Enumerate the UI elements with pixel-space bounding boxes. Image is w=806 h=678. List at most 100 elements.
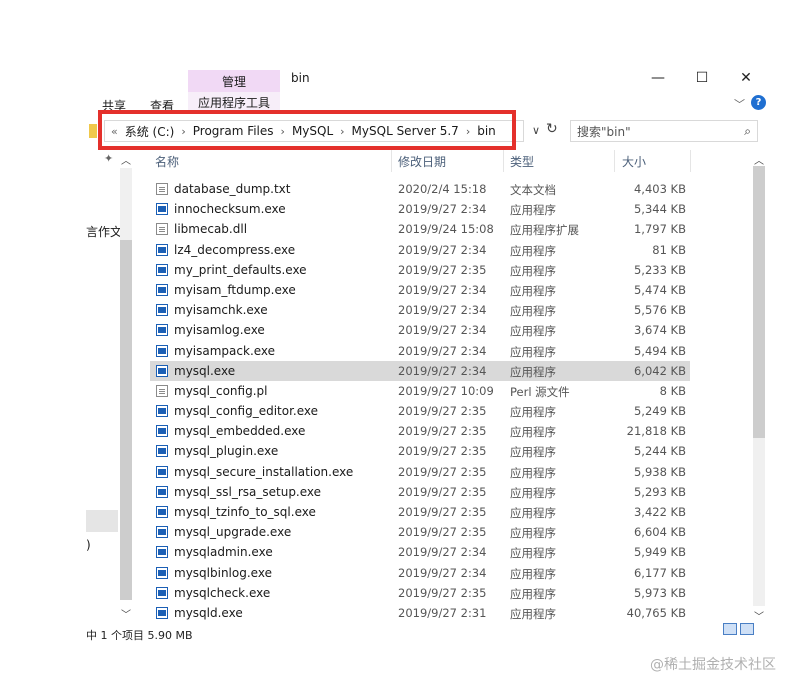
nav-scroll-down-icon[interactable]: ﹀ [121,606,131,621]
minimize-button[interactable]: — [643,66,673,90]
file-type: 应用程序 [510,506,556,520]
close-button[interactable]: ✕ [731,66,761,90]
file-size: 3,422 KB [633,505,686,519]
scroll-down-icon[interactable]: ﹀ [754,608,764,623]
application-file-icon [156,546,168,559]
maximize-button[interactable]: ☐ [687,66,717,90]
file-row[interactable]: mysqladmin.exe 2019/9/27 2:34 应用程序 5,949 KB [150,542,690,562]
application-file-icon [156,304,168,317]
document-file-icon [156,183,168,195]
column-header-date[interactable]: 修改日期 [398,153,446,170]
nav-item-fragment[interactable]: ) [86,538,91,552]
details-view-icon[interactable] [723,623,737,635]
breadcrumb-separator-icon[interactable]: › [340,125,344,138]
column-header-size[interactable]: 大小 [622,153,646,170]
tab-manage[interactable]: 管理 [188,70,280,92]
file-size: 40,765 KB [626,605,686,620]
column-divider[interactable] [690,150,691,172]
file-list-scrollbar-thumb[interactable] [753,166,765,438]
view-mode-switcher[interactable] [723,623,759,637]
file-row[interactable]: mysql.exe 2019/9/27 2:34 应用程序 6,042 KB [150,360,690,381]
column-divider[interactable] [614,150,615,172]
file-modified-date: 2019/9/27 2:35 [398,505,487,519]
file-name: mysql_ssl_rsa_setup.exe [174,484,322,499]
address-bar[interactable]: « 系统 (C:) › Program Files › MySQL › MySQ… [104,120,524,142]
search-placeholder: 搜索"bin" [577,124,631,139]
file-row[interactable]: mysql_embedded.exe 2019/9/27 2:35 应用程序 21,8… [150,421,690,441]
application-file-icon [156,606,168,619]
column-header-type[interactable]: 类型 [510,153,534,170]
tab-application-tools[interactable]: 应用程序工具 [188,92,280,114]
file-row[interactable]: mysql_plugin.exe 2019/9/27 2:35 应用程序 5,244 … [150,441,690,461]
file-row[interactable]: myisamchk.exe 2019/9/27 2:34 应用程序 5,576 KB [150,300,690,320]
file-size: 6,604 KB [633,525,686,540]
file-type: Perl 源文件 [510,384,570,399]
ribbon-expand-icon[interactable]: ﹀ [734,96,745,112]
file-size: 8 KB [659,383,686,398]
file-modified-date: 2019/9/27 2:34 [398,565,487,580]
application-file-icon [156,425,168,438]
file-size: 5,973 KB [633,585,686,600]
file-row[interactable]: mysql_ssl_rsa_setup.exe 2019/9/27 2:35 应用程… [150,482,690,502]
file-row[interactable]: mysqlbinlog.exe 2019/9/27 2:34 应用程序 6,177 K… [150,563,690,583]
file-row[interactable]: lz4_decompress.exe 2019/9/27 2:34 应用程序 81 K… [150,240,690,260]
column-divider[interactable] [503,150,504,172]
file-name: mysql_secure_installation.exe [174,464,354,479]
file-type: 应用程序 [510,606,556,621]
file-row[interactable]: innochecksum.exe 2019/9/27 2:34 应用程序 5,344 … [150,199,690,219]
breadcrumb-mysql-server[interactable]: MySQL Server 5.7 [352,124,459,138]
tab-share[interactable]: 共享 [102,97,126,114]
help-icon[interactable]: ? [751,95,766,110]
breadcrumb-bin[interactable]: bin [477,124,496,138]
scroll-up-icon[interactable]: ︿ [754,152,764,167]
breadcrumb-separator-icon[interactable]: › [281,125,285,138]
large-icons-view-icon[interactable] [740,623,754,635]
application-file-icon [156,324,168,337]
nav-item-selected[interactable] [86,510,118,532]
nav-scroll-up-icon[interactable]: ︿ [121,152,131,167]
file-size: 81 KB [652,242,686,257]
file-size: 5,244 KB [633,444,686,459]
file-modified-date: 2019/9/27 2:35 [398,464,487,479]
file-row[interactable]: myisam_ftdump.exe 2019/9/27 2:34 应用程序 5,474… [150,280,690,300]
address-overflow-icon[interactable]: « [111,125,118,138]
tab-view[interactable]: 查看 [150,97,174,114]
column-header-name[interactable]: 名称 [155,153,179,170]
file-name: database_dump.txt [174,182,291,196]
window-title: bin [291,71,310,85]
file-row[interactable]: mysql_tzinfo_to_sql.exe 2019/9/27 2:35 应用程… [150,502,690,522]
nav-scrollbar-thumb[interactable] [120,240,132,600]
breadcrumb-separator-icon[interactable]: › [181,125,185,138]
file-row[interactable]: mysqlcheck.exe 2019/9/27 2:35 应用程序 5,973 KB [150,583,690,603]
breadcrumb-program-files[interactable]: Program Files [193,124,274,138]
file-size: 5,474 KB [633,282,686,297]
file-row[interactable]: myisamlog.exe 2019/9/27 2:34 应用程序 3,674 KB [150,320,690,340]
file-row[interactable]: my_print_defaults.exe 2019/9/27 2:35 应用程序 5… [150,260,690,280]
file-row[interactable]: myisampack.exe 2019/9/27 2:34 应用程序 5,494 KB [150,341,690,361]
file-row[interactable]: libmecab.dll 2019/9/24 15:08 应用程序扩展 1,797 K… [150,219,690,239]
file-row[interactable]: mysqld.exe 2019/9/27 2:31 应用程序 40,765 KB [150,603,690,623]
file-row[interactable]: mysql_config.pl 2019/9/27 10:09 Perl 源文件 8 … [150,381,690,401]
file-type: 应用程序 [510,465,556,480]
file-name: myisamchk.exe [174,303,268,318]
file-modified-date: 2019/9/27 2:35 [398,525,487,540]
breadcrumb-mysql[interactable]: MySQL [292,124,333,138]
column-divider[interactable] [391,150,392,172]
breadcrumb-drive[interactable]: 系统 (C:) [125,123,175,140]
search-input[interactable]: 搜索"bin" ⌕ [570,120,758,142]
file-modified-date: 2019/9/27 2:31 [398,605,487,620]
file-row[interactable]: mysql_upgrade.exe 2019/9/27 2:35 应用程序 6,604… [150,522,690,542]
refresh-icon[interactable]: ↻ [546,121,558,137]
file-type: 应用程序扩展 [510,223,579,238]
file-size: 5,938 KB [633,464,686,479]
file-row[interactable]: database_dump.txt 2020/2/4 15:18 文本文档 4,403… [150,179,690,199]
search-icon[interactable]: ⌕ [744,124,751,139]
file-row[interactable]: mysql_config_editor.exe 2019/9/27 2:35 应用程… [150,401,690,421]
file-name: mysql_config.pl [174,383,268,398]
address-dropdown-icon[interactable]: ∨ [532,124,540,137]
file-type: 文本文档 [510,183,556,197]
file-row[interactable]: mysql_secure_installation.exe 2019/9/27 2… [150,462,690,482]
file-modified-date: 2019/9/27 2:34 [398,242,487,257]
nav-item-fragment[interactable]: 言作文 [86,223,122,240]
breadcrumb-separator-icon[interactable]: › [466,125,470,138]
